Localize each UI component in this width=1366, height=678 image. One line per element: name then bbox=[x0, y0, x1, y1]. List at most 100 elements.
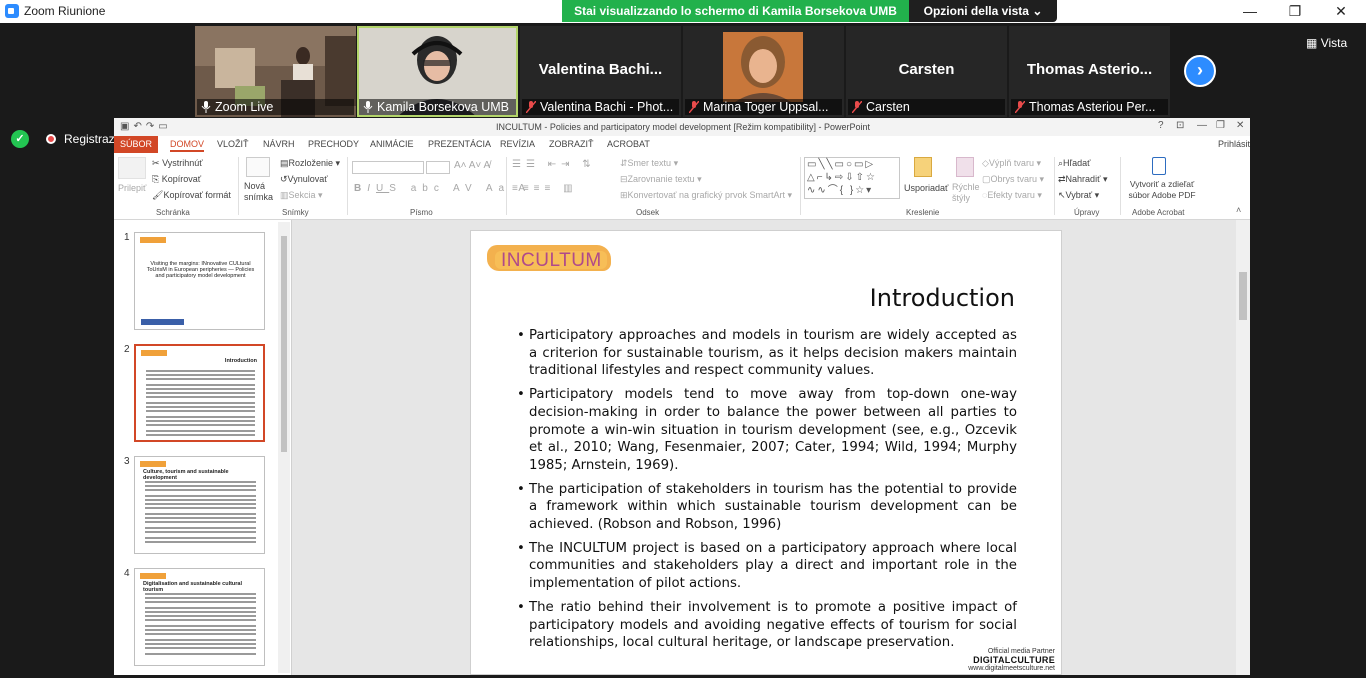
tab-acrobat[interactable]: ACROBAT bbox=[607, 139, 650, 149]
close-icon: ✕ bbox=[1335, 3, 1347, 19]
tab-design[interactable]: NÁVRH bbox=[263, 139, 295, 149]
view-options-label: Opzioni della vista bbox=[923, 4, 1029, 18]
font-name-select[interactable] bbox=[352, 161, 424, 174]
layout-button[interactable]: ▤Rozloženie ▾ bbox=[280, 158, 340, 169]
font-size-buttons[interactable]: A˄ A˅ A̸ bbox=[454, 160, 490, 171]
screen: Zoom Riunione Stai visualizzando lo sche… bbox=[0, 0, 1366, 678]
select-button[interactable]: ↖Vybrať ▾ bbox=[1058, 190, 1099, 201]
arrange-button[interactable]: Usporiadať bbox=[904, 183, 948, 193]
view-options-button[interactable]: Opzioni della vista ⌄ bbox=[909, 0, 1057, 22]
slide-bullet-list[interactable]: Participatory approaches and models in t… bbox=[517, 327, 1017, 658]
tab-transitions[interactable]: PRECHODY bbox=[308, 139, 359, 149]
slide-title[interactable]: Introduction bbox=[870, 284, 1015, 312]
replace-button[interactable]: ⇄Nahradiť ▾ bbox=[1058, 174, 1107, 185]
slide-thumbnail-1[interactable]: Visiting the margins: INnovative CULtura… bbox=[134, 232, 265, 330]
slide-thumbnail-2[interactable]: Introduction bbox=[134, 344, 265, 442]
ppt-titlebar: ▣↶↷▭ INCULTUM - Policies and participato… bbox=[114, 118, 1250, 136]
tab-slideshow[interactable]: PREZENTÁCIA bbox=[428, 139, 491, 149]
thumbnails-scrollbar[interactable] bbox=[278, 222, 290, 673]
collapse-ribbon-icon[interactable]: ˄ bbox=[1236, 205, 1241, 215]
next-page-button[interactable]: › bbox=[1184, 55, 1216, 87]
shapes-gallery[interactable]: ▭╲╲▭○▭▷ △⌐↳⇨⇩⇧☆ ∿∿⌒{ }☆▾ bbox=[804, 157, 900, 199]
media-partner-logo: Official media Partner DIGITALCULTURE ww… bbox=[968, 648, 1055, 672]
ribbon-display-icon[interactable]: ⊡ bbox=[1176, 120, 1184, 131]
security-shield-icon[interactable]: ✓ bbox=[11, 130, 29, 148]
slide-thumbnail-4[interactable]: Digitalisation and sustainable cultural … bbox=[134, 568, 265, 666]
slide-canvas[interactable]: INCULTUM Introduction Participatory appr… bbox=[470, 230, 1062, 675]
scrollbar-thumb[interactable] bbox=[1239, 272, 1247, 320]
font-style-buttons[interactable]: BIUS abc AV Aa A bbox=[354, 183, 531, 194]
chevron-down-icon: ⌄ bbox=[1032, 4, 1043, 18]
layout-icon: ▤ bbox=[280, 158, 289, 168]
align-text-button[interactable]: ⊟Zarovnanie textu ▾ bbox=[620, 174, 702, 185]
format-painter-button[interactable]: 🖌Kopírovať formát bbox=[152, 190, 231, 201]
thumb-number: 4 bbox=[124, 568, 130, 579]
bullet-item: The INCULTUM project is based on a parti… bbox=[517, 540, 1017, 593]
mic-muted-icon bbox=[689, 101, 699, 113]
participant-tile-zoom-live[interactable]: Zoom Live bbox=[195, 26, 356, 117]
participant-tile-kamila[interactable]: Kamila Borsekova UMB bbox=[357, 26, 518, 117]
participant-name-label: Carsten bbox=[848, 99, 1005, 115]
brand-text: INCULTUM bbox=[501, 250, 602, 271]
thumb-title: Culture, tourism and sustainable develop… bbox=[143, 469, 229, 481]
tab-home[interactable]: DOMOV bbox=[170, 139, 205, 152]
participant-name-label: Thomas Asteriou Per... bbox=[1011, 99, 1168, 115]
tab-insert[interactable]: VLOŽIŤ bbox=[217, 139, 249, 149]
quick-styles-icon bbox=[956, 157, 974, 177]
copy-button[interactable]: ⎘ Kopírovať bbox=[152, 174, 201, 185]
shape-outline-button[interactable]: ▢Obrys tvaru ▾ bbox=[982, 174, 1044, 185]
scissors-icon: ✂ bbox=[152, 158, 160, 168]
tab-file[interactable]: SÚBOR bbox=[114, 136, 158, 153]
help-button[interactable]: ? bbox=[1158, 120, 1164, 131]
brush-icon: 🖌 bbox=[152, 190, 164, 200]
text-direction-button[interactable]: ⇵Smer textu ▾ bbox=[620, 158, 678, 169]
bullet-item: Participatory approaches and models in t… bbox=[517, 327, 1017, 380]
scrollbar-thumb[interactable] bbox=[281, 236, 287, 452]
ppt-minimize-icon[interactable]: — bbox=[1197, 120, 1207, 131]
find-button[interactable]: ⌕Hľadať bbox=[1058, 158, 1091, 169]
vista-button[interactable]: ▦ Vista bbox=[1306, 36, 1347, 50]
shape-fill-button[interactable]: ◇Výplň tvaru ▾ bbox=[982, 158, 1041, 169]
mic-icon bbox=[363, 101, 373, 113]
participant-tile-marina[interactable]: Marina Toger Uppsal... bbox=[683, 26, 844, 117]
font-size-select[interactable] bbox=[426, 161, 450, 174]
list-buttons[interactable]: ☰☰ ⇤⇥ ⇅ bbox=[512, 159, 596, 170]
participant-name-label: Valentina Bachi - Phot... bbox=[522, 99, 679, 115]
minimize-icon: — bbox=[1243, 3, 1257, 19]
save-icon: ▣ bbox=[120, 121, 134, 132]
ppt-restore-icon[interactable]: ❐ bbox=[1216, 120, 1225, 131]
participant-tile-carsten[interactable]: Carsten Carsten bbox=[846, 26, 1007, 117]
fill-icon: ◇ bbox=[982, 158, 989, 168]
tab-animations[interactable]: ANIMÁCIE bbox=[370, 139, 414, 149]
undo-icon: ↶ bbox=[133, 121, 146, 132]
quick-access-toolbar[interactable]: ▣↶↷▭ bbox=[120, 121, 172, 132]
sign-in-link[interactable]: Prihlásiť bbox=[1218, 139, 1250, 149]
participant-tile-thomas[interactable]: Thomas Asterio... Thomas Asteriou Per... bbox=[1009, 26, 1170, 117]
alignment-buttons[interactable]: ≡≡≡≡ ▥ bbox=[512, 183, 578, 194]
restore-button[interactable]: ❐ bbox=[1272, 1, 1318, 21]
shape-effects-button[interactable]: ◌Efekty tvaru ▾ bbox=[982, 190, 1042, 201]
paste-button[interactable]: Prilepiť bbox=[118, 183, 146, 193]
slide-scrollbar[interactable] bbox=[1236, 220, 1250, 675]
partner-name: DIGITALCULTURE bbox=[973, 655, 1055, 665]
quick-styles-button[interactable]: Rýchle štýly bbox=[952, 182, 980, 204]
new-slide-button[interactable]: Nová snímka bbox=[244, 181, 278, 203]
copy-icon: ⎘ bbox=[152, 174, 160, 184]
minimize-button[interactable]: — bbox=[1227, 1, 1273, 21]
replace-icon: ⇄ bbox=[1058, 174, 1066, 184]
tab-view[interactable]: ZOBRAZIŤ bbox=[549, 139, 594, 149]
participant-tile-valentina[interactable]: Valentina Bachi... Valentina Bachi - Pho… bbox=[520, 26, 681, 117]
reset-button[interactable]: ↺Vynulovať bbox=[280, 174, 328, 185]
ppt-close-icon[interactable]: ✕ bbox=[1236, 120, 1244, 131]
redo-icon: ↷ bbox=[145, 121, 159, 132]
ribbon-separator bbox=[238, 157, 239, 215]
participant-name-label: Zoom Live bbox=[197, 99, 354, 115]
slide-thumbnail-3[interactable]: Culture, tourism and sustainable develop… bbox=[134, 456, 265, 554]
section-button[interactable]: ▥Sekcia ▾ bbox=[280, 190, 323, 201]
ribbon-tabs: SÚBOR DOMOV VLOŽIŤ NÁVRH PRECHODY ANIMÁC… bbox=[114, 136, 1250, 153]
tab-review[interactable]: REVÍZIA bbox=[500, 139, 535, 149]
smartart-button[interactable]: ⊞Konvertovať na grafický prvok SmartArt … bbox=[620, 190, 792, 201]
cut-button[interactable]: ✂ Vystrihnúť bbox=[152, 158, 203, 169]
create-share-pdf-button[interactable]: Vytvoriť a zdieľať súbor Adobe PDF bbox=[1124, 179, 1200, 201]
close-button[interactable]: ✕ bbox=[1318, 1, 1364, 21]
